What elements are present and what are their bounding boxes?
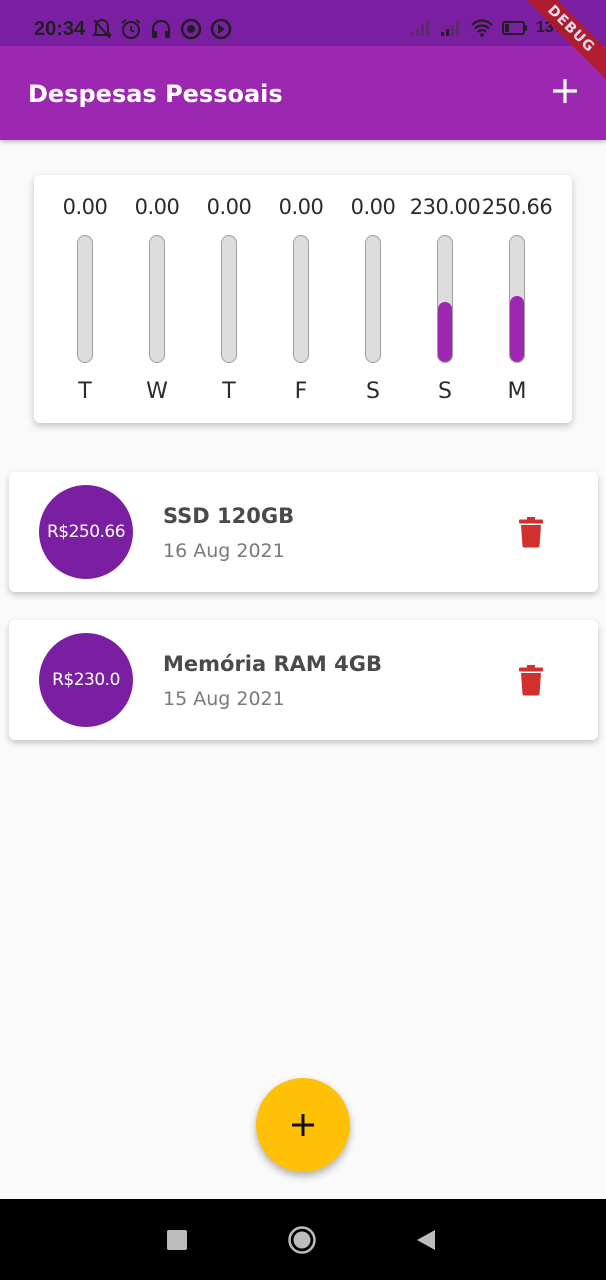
- back-button[interactable]: [415, 1228, 437, 1252]
- bar-track: [509, 235, 525, 363]
- system-nav-bar: [0, 1199, 606, 1280]
- bar-track: [221, 235, 237, 363]
- add-icon: [292, 1114, 314, 1136]
- transaction-amount: R$250.66: [46, 522, 126, 542]
- trash-icon: [519, 517, 543, 548]
- chart-bar: 0.00 F: [265, 175, 337, 423]
- bar-fill: [510, 296, 524, 362]
- transaction-date: 15 Aug 2021: [163, 688, 285, 710]
- home-button[interactable]: [287, 1225, 317, 1255]
- recents-button[interactable]: [167, 1230, 187, 1250]
- signal-icon: [410, 21, 429, 36]
- transaction-amount-avatar: R$230.0: [39, 633, 133, 727]
- trash-icon: [519, 665, 543, 696]
- bar-fill: [438, 301, 452, 362]
- bar-amount-label: 230.00: [409, 195, 481, 219]
- bar-amount-label: 0.00: [278, 195, 324, 219]
- alarm-icon: [121, 19, 141, 39]
- transaction-date: 16 Aug 2021: [163, 540, 285, 562]
- bar-track: [77, 235, 93, 363]
- bar-amount-label: 0.00: [350, 195, 396, 219]
- status-icons-right: 13%: [410, 19, 568, 37]
- delete-transaction-button[interactable]: [518, 664, 544, 696]
- app-screen: 20:34 13% DEBUG Despesas Pessoais 0.00 T…: [0, 0, 606, 1280]
- bar-day-label: S: [366, 379, 380, 404]
- bar-day-label: T: [78, 379, 92, 404]
- chart-bar: 0.00 S: [337, 175, 409, 423]
- notifications-off-icon: [92, 18, 112, 39]
- status-icons-left: [92, 18, 232, 40]
- record-icon: [180, 18, 202, 40]
- add-transaction-fab[interactable]: [256, 1078, 350, 1172]
- bar-amount-label: 0.00: [206, 195, 252, 219]
- transaction-item: R$230.0 Memória RAM 4GB 15 Aug 2021: [9, 620, 598, 740]
- chart-bar: 250.66 M: [481, 175, 553, 423]
- media-icon: [210, 18, 232, 40]
- add-icon: [553, 79, 577, 103]
- signal-icon: [440, 21, 459, 36]
- headphones-icon: [151, 19, 171, 38]
- bar-track: [293, 235, 309, 363]
- bar-day-label: M: [507, 379, 527, 404]
- transaction-item: R$250.66 SSD 120GB 16 Aug 2021: [9, 472, 598, 592]
- battery-icon: [501, 21, 527, 35]
- bar-day-label: F: [294, 379, 308, 404]
- wifi-icon: [471, 19, 493, 37]
- bar-track: [437, 235, 453, 363]
- chart-bar: 0.00 T: [49, 175, 121, 423]
- bar-day-label: T: [222, 379, 236, 404]
- chart-bar: 0.00 W: [121, 175, 193, 423]
- status-time: 20:34: [34, 18, 86, 40]
- app-bar: Despesas Pessoais: [0, 46, 606, 140]
- bar-day-label: W: [146, 379, 168, 404]
- bar-day-label: S: [438, 379, 452, 404]
- bar-amount-label: 0.00: [62, 195, 108, 219]
- chart-bar: 0.00 T: [193, 175, 265, 423]
- bar-amount-label: 250.66: [481, 195, 553, 219]
- bar-track: [149, 235, 165, 363]
- transaction-amount: R$230.0: [52, 670, 120, 690]
- status-bar: 20:34 13%: [0, 0, 606, 46]
- transaction-title: SSD 120GB: [163, 504, 295, 528]
- transaction-title: Memória RAM 4GB: [163, 652, 382, 676]
- delete-transaction-button[interactable]: [518, 516, 544, 548]
- page-title: Despesas Pessoais: [28, 80, 283, 108]
- bar-amount-label: 0.00: [134, 195, 180, 219]
- bar-track: [365, 235, 381, 363]
- add-transaction-button[interactable]: [550, 76, 580, 106]
- transaction-amount-avatar: R$250.66: [39, 485, 133, 579]
- chart-bar: 230.00 S: [409, 175, 481, 423]
- weekly-chart: 0.00 T 0.00 W 0.00 T 0.00 F 0.00 S 230.00 S 250.66 M: [34, 175, 572, 423]
